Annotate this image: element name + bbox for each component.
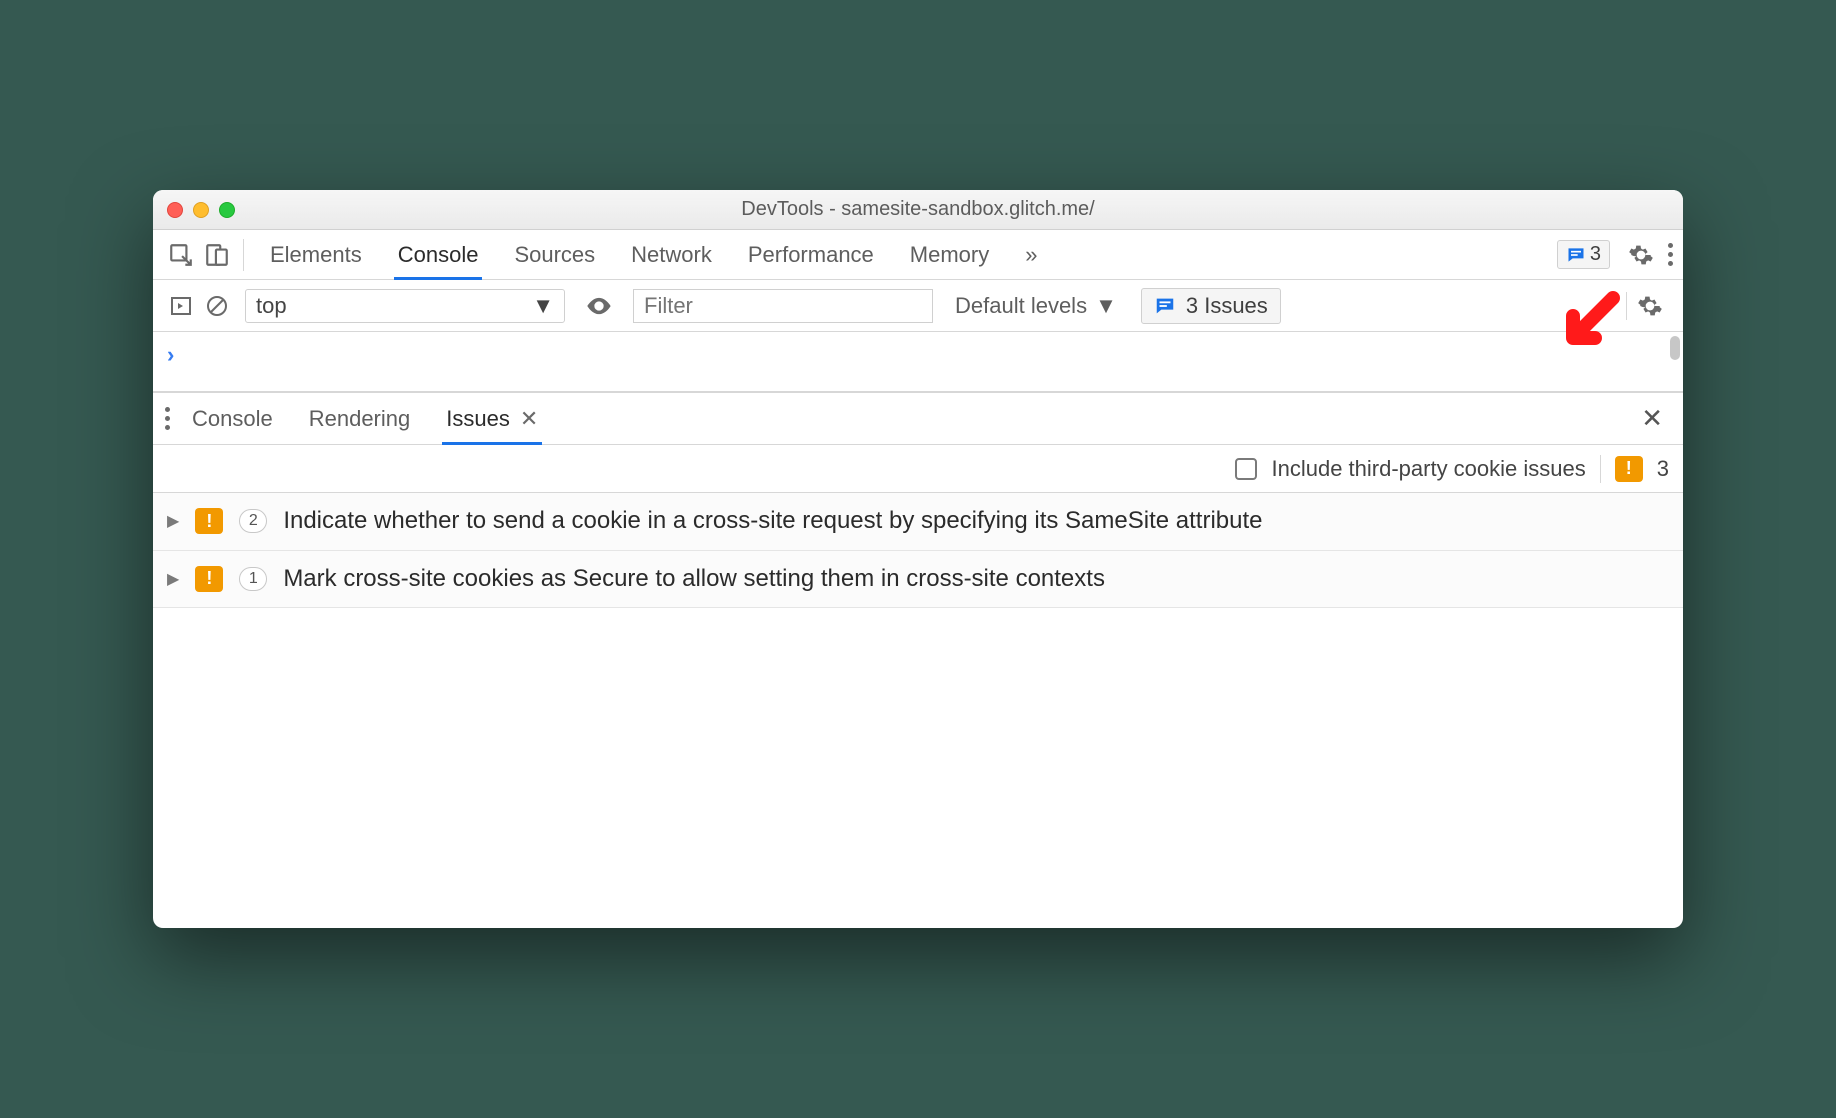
drawer-tab-rendering[interactable]: Rendering <box>309 393 411 444</box>
tab-performance[interactable]: Performance <box>748 230 874 279</box>
context-selector[interactable]: top ▼ <box>245 289 565 323</box>
drawer: Console Rendering Issues ✕ ✕ Include thi… <box>153 392 1683 928</box>
close-tab-icon[interactable]: ✕ <box>520 406 538 432</box>
tab-label: Network <box>631 242 712 268</box>
settings-icon[interactable] <box>1626 240 1656 270</box>
live-expression-icon[interactable] <box>581 288 617 324</box>
issues-button-label: 3 Issues <box>1186 293 1268 319</box>
filter-input[interactable] <box>633 289 933 323</box>
third-party-checkbox[interactable] <box>1235 458 1257 480</box>
tab-label: Console <box>398 242 479 268</box>
drawer-tab-console[interactable]: Console <box>192 393 273 444</box>
devtools-window: DevTools - samesite-sandbox.glitch.me/ E… <box>153 190 1683 928</box>
window-title: DevTools - samesite-sandbox.glitch.me/ <box>153 198 1683 221</box>
tab-label: Elements <box>270 242 362 268</box>
issue-warning-icon: ! <box>1615 456 1643 482</box>
issues-counter-badge[interactable]: 3 <box>1557 240 1610 269</box>
prompt-chevron-icon: › <box>167 342 174 367</box>
issue-count-pill: 2 <box>239 509 267 533</box>
expand-triangle-icon[interactable]: ▶ <box>167 569 179 589</box>
issue-warning-icon: ! <box>195 566 223 592</box>
message-icon <box>1154 295 1176 317</box>
drawer-more-icon[interactable] <box>165 407 170 430</box>
issues-button[interactable]: 3 Issues <box>1141 288 1281 324</box>
chevron-down-icon: ▼ <box>532 293 554 319</box>
drawer-tab-issues[interactable]: Issues ✕ <box>446 393 538 444</box>
divider <box>243 239 244 271</box>
annotation-arrow-icon <box>1555 288 1625 358</box>
divider <box>1626 292 1627 320</box>
level-label: Default levels <box>955 293 1087 319</box>
console-prompt[interactable]: › <box>153 332 1683 392</box>
tab-network[interactable]: Network <box>631 230 712 279</box>
close-drawer-icon[interactable]: ✕ <box>1633 403 1671 434</box>
main-tabs: Elements Console Sources Network Perform… <box>270 230 1038 279</box>
context-value: top <box>256 293 287 319</box>
divider <box>1600 455 1601 483</box>
tab-console[interactable]: Console <box>398 230 479 279</box>
tab-label: Memory <box>910 242 989 268</box>
message-icon <box>1566 245 1586 265</box>
device-toolbar-icon[interactable] <box>199 237 235 273</box>
main-toolbar: Elements Console Sources Network Perform… <box>153 230 1683 280</box>
issue-title: Mark cross-site cookies as Secure to all… <box>283 563 1669 595</box>
console-settings-icon[interactable] <box>1635 291 1665 321</box>
empty-area <box>153 608 1683 928</box>
issue-row[interactable]: ▶ ! 1 Mark cross-site cookies as Secure … <box>153 551 1683 608</box>
issue-row[interactable]: ▶ ! 2 Indicate whether to send a cookie … <box>153 493 1683 550</box>
scrollbar-thumb[interactable] <box>1670 336 1680 360</box>
console-toolbar: top ▼ Default levels ▼ 3 Issues <box>153 280 1683 332</box>
tab-elements[interactable]: Elements <box>270 230 362 279</box>
third-party-label: Include third-party cookie issues <box>1271 456 1585 482</box>
tab-label: Console <box>192 406 273 432</box>
tab-label: Sources <box>514 242 595 268</box>
issue-count-pill: 1 <box>239 567 267 591</box>
more-menu-icon[interactable] <box>1668 243 1673 266</box>
issue-title: Indicate whether to send a cookie in a c… <box>283 505 1669 537</box>
tab-sources[interactable]: Sources <box>514 230 595 279</box>
expand-triangle-icon[interactable]: ▶ <box>167 511 179 531</box>
clear-console-icon[interactable] <box>199 288 235 324</box>
issue-warning-icon: ! <box>195 508 223 534</box>
titlebar: DevTools - samesite-sandbox.glitch.me/ <box>153 190 1683 230</box>
log-level-selector[interactable]: Default levels ▼ <box>955 293 1117 319</box>
tab-label: Performance <box>748 242 874 268</box>
tab-label: Issues <box>446 406 510 432</box>
chevron-down-icon: ▼ <box>1095 293 1117 319</box>
issues-toolbar: Include third-party cookie issues ! 3 <box>153 445 1683 493</box>
tab-label: Rendering <box>309 406 411 432</box>
drawer-tabs: Console Rendering Issues ✕ ✕ <box>153 393 1683 445</box>
overflow-glyph: » <box>1025 242 1037 268</box>
tab-memory[interactable]: Memory <box>910 230 989 279</box>
issues-count: 3 <box>1590 243 1601 266</box>
inspect-element-icon[interactable] <box>163 237 199 273</box>
toggle-sidebar-icon[interactable] <box>163 288 199 324</box>
total-issues-count: 3 <box>1657 456 1669 482</box>
tabs-overflow[interactable]: » <box>1025 230 1037 279</box>
